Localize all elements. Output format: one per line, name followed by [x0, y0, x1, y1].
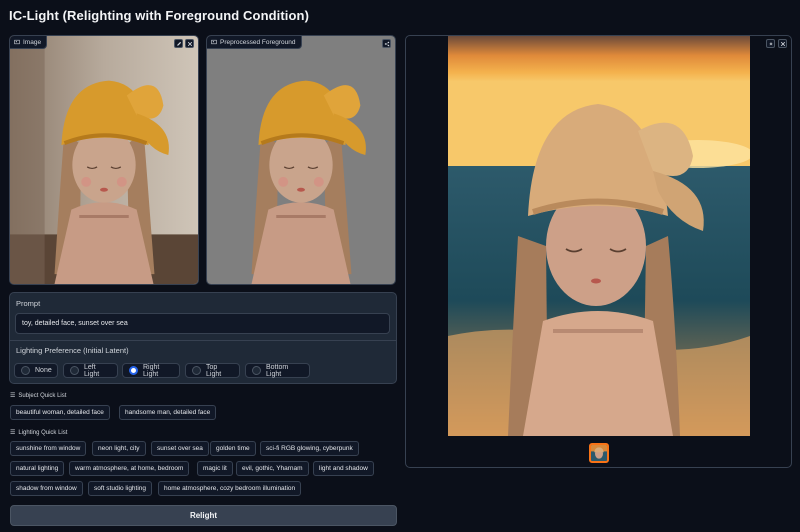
radio-dot-selected	[129, 366, 138, 375]
page-title: IC-Light (Relighting with Foreground Con…	[9, 8, 310, 23]
radio-label: Top Light	[206, 363, 222, 378]
list-icon: ☰	[10, 430, 16, 436]
radio-none[interactable]: None	[14, 363, 58, 378]
app-root: IC-Light (Relighting with Foreground Con…	[0, 0, 800, 532]
lighting-item[interactable]: warm atmosphere, at home, bedroom	[69, 461, 190, 476]
radio-label: Bottom Light	[266, 363, 289, 378]
preprocessed-label-chip: Preprocessed Foreground	[207, 36, 302, 49]
radio-dot	[252, 366, 261, 375]
radio-dot	[192, 366, 201, 375]
lighting-item[interactable]: shadow from window	[10, 481, 83, 496]
input-image	[10, 36, 198, 284]
fullscreen-button[interactable]	[766, 39, 775, 48]
lighting-label: Lighting Preference (Initial Latent)	[16, 346, 129, 355]
edit-button[interactable]	[174, 39, 183, 48]
expand-icon	[769, 41, 772, 45]
lighting-item[interactable]: home atmosphere, cozy bedroom illuminati…	[158, 481, 302, 496]
radio-dot	[70, 366, 79, 375]
prompt-input[interactable]: toy, detailed face, sunset over sea	[15, 313, 390, 334]
lighting-item[interactable]: sci-fi RGB glowing, cyberpunk	[260, 441, 359, 456]
image-label-chip: Image	[10, 36, 48, 49]
clear-image-button[interactable]	[185, 39, 194, 48]
radio-dot	[21, 366, 30, 375]
radio-right-light[interactable]: Right Light	[122, 363, 180, 378]
preprocessed-image	[207, 36, 395, 284]
list-icon: ☰	[10, 393, 16, 399]
pencil-icon	[176, 41, 181, 46]
output-image[interactable]	[448, 36, 750, 436]
output-gallery	[405, 35, 792, 468]
preprocessed-foreground-panel: Preprocessed Foreground	[206, 35, 396, 285]
gallery-thumbnail[interactable]	[589, 443, 609, 463]
share-button[interactable]	[382, 39, 391, 48]
lighting-item[interactable]: sunshine from window	[10, 441, 87, 456]
share-icon	[384, 41, 389, 46]
image-upload-panel[interactable]: Image	[9, 35, 199, 285]
lighting-item[interactable]: light and shadow	[313, 461, 374, 476]
radio-left-light[interactable]: Left Light	[63, 363, 118, 378]
divider	[10, 340, 396, 341]
lighting-item[interactable]: evil, gothic, Yharnam	[236, 461, 309, 476]
close-icon	[780, 41, 785, 46]
lighting-item[interactable]: neon light, city	[92, 441, 146, 456]
lighting-item[interactable]: soft studio lighting	[88, 481, 153, 496]
radio-label: Left Light	[84, 363, 100, 378]
relight-button[interactable]: Relight	[10, 505, 397, 526]
lighting-quick-list-header: ☰ Lighting Quick List	[10, 429, 68, 437]
lighting-item[interactable]: sunset over sea	[151, 441, 209, 456]
lighting-item[interactable]: magic lit	[197, 461, 233, 476]
image-panel-label: Image	[23, 38, 42, 46]
lighting-quick-list-label: Lighting Quick List	[18, 429, 68, 436]
subject-item[interactable]: handsome man, detailed face	[119, 405, 217, 420]
thumbnail-image	[591, 445, 607, 461]
subject-quick-list-label: Subject Quick List	[18, 392, 67, 399]
prompt-label: Prompt	[16, 299, 41, 308]
close-icon	[187, 41, 192, 46]
lighting-item[interactable]: natural lighting	[10, 461, 65, 476]
radio-label: None	[35, 367, 52, 374]
radio-label: Right Light	[143, 363, 160, 378]
image-icon	[14, 39, 20, 45]
subject-quick-list-header: ☰ Subject Quick List	[10, 392, 67, 400]
lighting-item[interactable]: golden time	[210, 441, 256, 456]
radio-top-light[interactable]: Top Light	[185, 363, 240, 378]
subject-item[interactable]: beautiful woman, detailed face	[10, 405, 110, 420]
image-icon	[211, 39, 217, 45]
preprocessed-panel-label: Preprocessed Foreground	[220, 38, 296, 46]
radio-bottom-light[interactable]: Bottom Light	[245, 363, 310, 378]
close-gallery-button[interactable]	[778, 39, 787, 48]
